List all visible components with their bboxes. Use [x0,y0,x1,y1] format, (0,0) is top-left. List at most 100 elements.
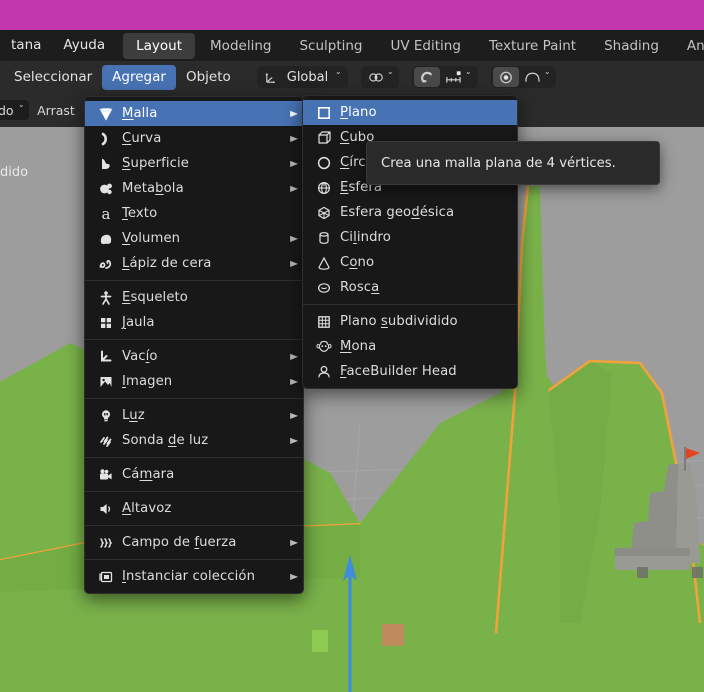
menu-item-campo-de-fuerza[interactable]: Campo de fuerza ▶ [85,530,303,555]
menu-item-label: Metabola [122,181,184,196]
menu-agregar[interactable]: Agregar [102,64,176,90]
submenu-item-label: Mona [340,339,377,354]
submenu-arrow-icon: ▶ [289,352,298,361]
cylinder-icon [313,229,335,247]
menu-item-label: Instanciar colección [122,569,256,584]
menu-item-lapiz-de-cera[interactable]: Lápiz de cera ▶ [85,251,303,276]
submenu-separator [303,304,517,305]
collection-instance-icon [95,568,117,586]
menu-item-luz[interactable]: Luz ▶ [85,403,303,428]
smooth-falloff-icon [524,70,541,84]
menu-item-volumen[interactable]: Volumen ▶ [85,226,303,251]
menu-separator [85,398,303,399]
text-a-icon: a [95,205,117,223]
menu-item-malla[interactable]: Malla ▶ [85,101,303,126]
menu-separator [85,525,303,526]
snap-group: ˅ [412,66,478,88]
menu-item-label: Luz [122,408,145,423]
submenu-arrow-icon: ▶ [289,134,298,143]
submenu-item-cono[interactable]: Cono [303,250,517,275]
orientation-dropdown[interactable]: Global ˅ [259,67,346,87]
submenu-arrow-icon: ▶ [289,377,298,386]
tab-modeling[interactable]: Modeling [197,33,284,59]
menu-separator [85,491,303,492]
submenu-item-label: Cono [340,255,375,270]
grease-pencil-icon [95,255,117,273]
menu-separator [85,280,303,281]
clipped-overlay-label: dido [0,165,29,180]
submenu-arrow-icon: ▶ [289,572,298,581]
malla-submenu[interactable]: Plano Cubo Círculo Esfera Esfera geodési [302,95,518,389]
magnet-toggle[interactable] [414,67,441,87]
submenu-item-facebuilder-head[interactable]: FaceBuilder Head [303,359,517,384]
image-icon [95,373,117,391]
submenu-item-rosca[interactable]: Rosca [303,275,517,300]
menu-ayuda[interactable]: Ayuda [52,30,116,61]
proportional-editing-toggle[interactable] [492,67,519,87]
menu-item-label: Vacío [122,349,158,364]
submenu-item-label: Rosca [340,280,380,295]
tab-shading[interactable]: Shading [591,33,672,59]
chevron-down-icon: ˅ [335,72,342,82]
submenu-item-cilindro[interactable]: Cilindro [303,225,517,250]
svg-text:a: a [102,206,111,222]
menu-item-curva[interactable]: Curva ▶ [85,126,303,151]
plane-icon [313,104,335,122]
volume-icon [95,230,117,248]
light-bulb-icon [95,407,117,425]
menu-item-instanciar-coleccion[interactable]: Instanciar colección ▶ [85,564,303,589]
grid-icon [313,313,335,331]
pivot-point-icon [368,70,384,85]
menu-item-texto[interactable]: a Texto [85,201,303,226]
submenu-arrow-icon: ▶ [289,411,298,420]
tab-texture-paint[interactable]: Texture Paint [476,33,589,59]
menu-item-imagen[interactable]: Imagen ▶ [85,369,303,394]
menu-item-vacio[interactable]: Vacío ▶ [85,344,303,369]
submenu-item-plano[interactable]: Plano [303,100,517,125]
submenu-arrow-icon: ▶ [289,538,298,547]
tab-uv-editing[interactable]: UV Editing [378,33,474,59]
menu-item-esqueleto[interactable]: Esqueleto [85,285,303,310]
submenu-item-plano-subdividido[interactable]: Plano subdividido [303,309,517,334]
menu-item-superficie[interactable]: Superficie ▶ [85,151,303,176]
force-field-icon [95,534,117,552]
menu-item-camara[interactable]: Cámara [85,462,303,487]
orientation-value: Global [286,69,329,85]
agregar-menu[interactable]: Malla ▶ Curva ▶ Superficie ▶ Metabola ▶ [84,96,304,594]
falloff-dropdown[interactable]: ˅ [519,67,555,87]
menu-seleccionar[interactable]: Seleccionar [4,65,102,90]
uv-sphere-icon [313,179,335,197]
menu-item-label: Jaula [122,315,155,330]
menu-objeto[interactable]: Objeto [176,65,241,90]
menu-separator [85,457,303,458]
surface-icon [95,155,117,173]
menu-ventana-clipped[interactable]: tana [0,30,52,61]
proportional-editing-icon [498,70,514,85]
tab-sculpting[interactable]: Sculpting [286,33,375,59]
menu-item-jaula[interactable]: Jaula [85,310,303,335]
drag-label[interactable]: Arrast [37,103,75,118]
submenu-item-label: Plano [340,105,377,120]
menu-separator [85,559,303,560]
mode-dropdown[interactable]: do ˅ [0,100,30,120]
tab-layout[interactable]: Layout [123,32,196,59]
speaker-icon [95,500,117,518]
circle-icon [313,154,335,172]
empty-axes-icon [95,348,117,366]
submenu-arrow-icon: ▶ [289,184,298,193]
ico-sphere-icon [313,204,335,222]
mesh-cone-icon [95,105,117,123]
menu-item-label: Texto [122,206,158,221]
menu-item-metabola[interactable]: Metabola ▶ [85,176,303,201]
menu-item-sonda-de-luz[interactable]: Sonda de luz ▶ [85,428,303,453]
tab-animation[interactable]: Animatio [674,33,704,59]
chevron-down-icon: ˅ [543,72,551,82]
menu-separator [85,339,303,340]
submenu-item-esfera-geodesica[interactable]: Esfera geodésica [303,200,517,225]
submenu-arrow-icon: ▶ [289,259,298,268]
snap-increment-dropdown[interactable]: ˅ [440,67,476,87]
submenu-item-mona[interactable]: Mona [303,334,517,359]
menu-item-altavoz[interactable]: Altavoz [85,496,303,521]
pivot-dropdown[interactable]: ˅ [363,67,398,87]
chevron-down-icon: ˅ [465,72,472,82]
